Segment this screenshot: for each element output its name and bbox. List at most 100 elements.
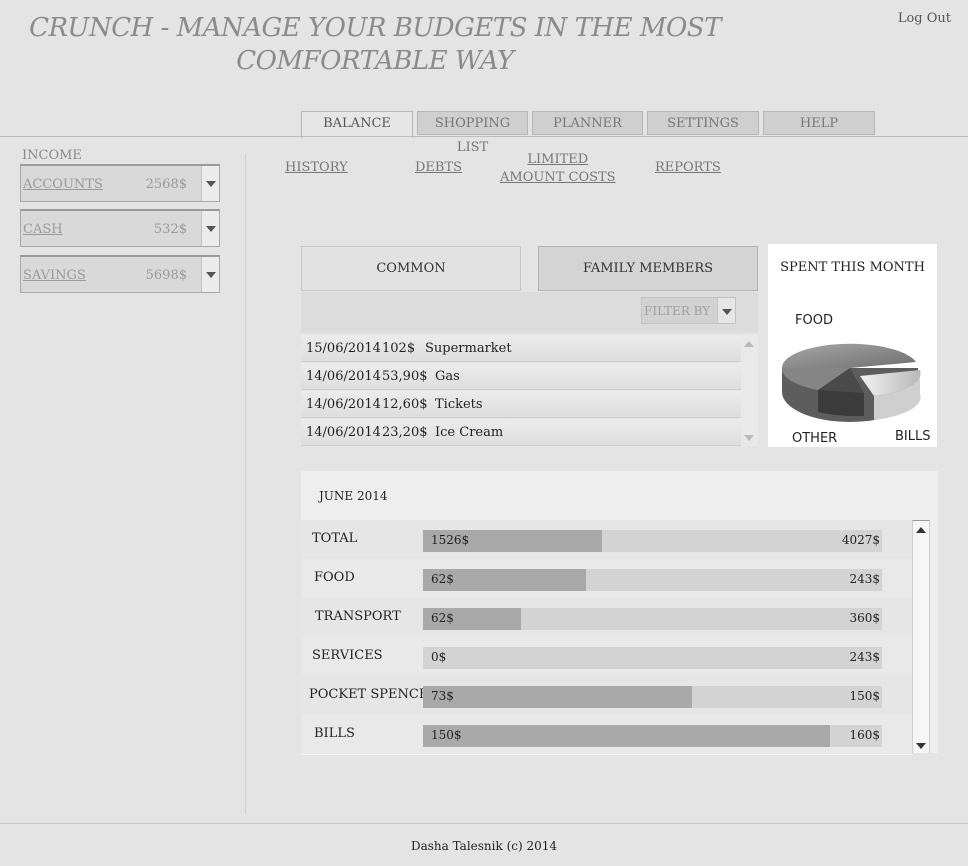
transaction-row[interactable]: 14/06/2014 53,90$ Gas — [301, 363, 741, 390]
filter-by-select[interactable]: FILTER BY — [641, 297, 736, 324]
app-title-line1: CRUNCH - MANAGE YOUR BUDGETS IN THE MOST — [29, 13, 721, 43]
tab-planner[interactable]: PLANNER — [532, 111, 643, 135]
tab-help[interactable]: HELP — [763, 111, 875, 135]
logout-link[interactable]: Log Out — [898, 11, 951, 26]
subnav-limited-line2: AMOUNT COSTS — [500, 170, 616, 185]
subnav-limited-amount-costs[interactable]: LIMITED AMOUNT COSTS — [500, 151, 616, 187]
budget-category-name: SERVICES — [312, 648, 383, 663]
account-value: 532$ — [153, 222, 187, 237]
budget-category-name: FOOD — [314, 570, 355, 585]
transactions-scrollbar[interactable] — [741, 335, 758, 446]
tab-balance[interactable]: BALANCE — [301, 111, 413, 138]
pie-label-other: OTHER — [792, 431, 838, 446]
budget-limit-value: 150$ — [849, 689, 880, 703]
app-title: CRUNCH - MANAGE YOUR BUDGETS IN THE MOST… — [0, 12, 750, 78]
dropdown-button[interactable] — [201, 166, 219, 201]
budget-spent-value: 62$ — [431, 611, 454, 625]
budget-progress-bar: 73$ 150$ — [423, 686, 882, 708]
pie-slice-other-side — [818, 390, 864, 417]
budget-progress-bar: 62$ 243$ — [423, 569, 882, 591]
dropdown-button[interactable] — [201, 257, 219, 292]
budget-limit-value: 243$ — [849, 572, 880, 586]
budget-spent-value: 62$ — [431, 572, 454, 586]
budget-row[interactable]: FOOD 62$ 243$ — [301, 559, 912, 599]
budget-limit-value: 160$ — [849, 728, 880, 742]
segment-common[interactable]: COMMON — [301, 246, 521, 291]
pie-label-food: FOOD — [795, 313, 833, 328]
budget-limit-value: 243$ — [849, 650, 880, 664]
subnav-limited-line1: LIMITED — [527, 152, 589, 167]
budget-category-name: BILLS — [314, 726, 355, 741]
month-label: JUNE 2014 — [319, 489, 388, 503]
budget-panel: JUNE 2014 TOTAL 1526$ 4027$ FOOD 62$ 243$ TRAN… — [301, 471, 938, 755]
scroll-down-icon[interactable] — [916, 743, 926, 749]
budget-spent-value: 0$ — [431, 650, 447, 664]
budget-spent-value: 150$ — [431, 728, 462, 742]
account-select-savings[interactable]: SAVINGS 5698$ — [20, 255, 220, 293]
spent-this-month-card: SPENT THIS MONTH FOOD OTHER BILLS — [768, 244, 937, 447]
account-label: ACCOUNTS — [23, 177, 103, 192]
budget-row[interactable]: BILLS 150$ 160$ — [301, 715, 912, 755]
transaction-date: 15/06/2014 — [306, 341, 381, 356]
budget-progress-fill — [423, 686, 693, 708]
budget-progress-fill — [423, 725, 831, 747]
pie-label-bills: BILLS — [895, 429, 931, 444]
transaction-amount: 102$ — [382, 341, 416, 356]
transaction-row[interactable]: 14/06/2014 12,60$ Tickets — [301, 391, 741, 418]
budget-scrollbar[interactable] — [912, 520, 930, 753]
budget-row[interactable]: TOTAL 1526$ 4027$ — [301, 520, 912, 560]
pie-title: SPENT THIS MONTH — [780, 260, 925, 275]
dropdown-button[interactable] — [717, 298, 735, 323]
scroll-down-icon[interactable] — [744, 435, 754, 441]
transaction-description: Supermarket — [425, 341, 512, 356]
subnav-debts[interactable]: DEBTS — [415, 160, 462, 175]
subnav-history[interactable]: HISTORY — [285, 160, 348, 175]
budget-row[interactable]: SERVICES 0$ 243$ — [301, 637, 912, 677]
account-select-cash[interactable]: CASH 532$ — [20, 209, 220, 247]
transaction-description: Gas — [435, 369, 460, 384]
budget-category-name: TOTAL — [312, 531, 358, 546]
pie-slice-food — [781, 343, 916, 368]
budget-progress-bar: 62$ 360$ — [423, 608, 882, 630]
tab-settings[interactable]: SETTINGS — [647, 111, 759, 135]
chevron-down-icon — [722, 309, 732, 315]
transaction-amount: 12,60$ — [382, 397, 428, 412]
tab-shopping-list[interactable]: SHOPPING LIST — [417, 111, 528, 155]
budget-category-name: TRANSPORT — [315, 609, 401, 624]
transaction-row[interactable]: 14/06/2014 23,20$ Ice Cream — [301, 419, 741, 446]
budget-limit-value: 4027$ — [841, 533, 880, 547]
transaction-amount: 53,90$ — [382, 369, 428, 384]
budget-limit-value: 360$ — [849, 611, 880, 625]
chevron-down-icon — [206, 272, 216, 278]
scroll-up-icon[interactable] — [916, 527, 926, 533]
footer-divider — [0, 823, 968, 824]
pie-chart-graphic — [781, 343, 921, 422]
budget-progress-bar: 150$ 160$ — [423, 725, 882, 747]
budget-row[interactable]: TRANSPORT 62$ 360$ — [301, 598, 912, 638]
budget-spent-value: 73$ — [431, 689, 454, 703]
account-select-accounts[interactable]: ACCOUNTS 2568$ — [20, 164, 220, 202]
filter-placeholder: FILTER BY — [644, 304, 711, 318]
transaction-date: 14/06/2014 — [306, 425, 381, 440]
footer-credit: Dasha Talesnik (c) 2014 — [410, 839, 558, 853]
budget-spent-value: 1526$ — [431, 533, 470, 547]
budget-row[interactable]: POCKET SPENCES 73$ 150$ — [301, 676, 912, 716]
transaction-date: 14/06/2014 — [306, 369, 381, 384]
income-heading: INCOME — [22, 148, 82, 163]
transaction-amount: 23,20$ — [382, 425, 428, 440]
transaction-row[interactable]: 15/06/2014 102$ Supermarket — [301, 335, 741, 362]
account-label: CASH — [23, 222, 63, 237]
budget-progress-bar: 1526$ 4027$ — [423, 530, 882, 552]
dropdown-button[interactable] — [201, 211, 219, 246]
sidebar-divider — [245, 154, 246, 814]
segment-family-members[interactable]: FAMILY MEMBERS — [538, 246, 758, 291]
transaction-description: Tickets — [435, 397, 483, 412]
account-value: 2568$ — [145, 177, 187, 192]
budget-category-name: POCKET SPENCES — [309, 687, 438, 702]
scroll-up-icon[interactable] — [744, 341, 754, 347]
header-divider — [0, 136, 968, 137]
subnav-reports[interactable]: REPORTS — [655, 160, 721, 175]
account-value: 5698$ — [145, 268, 187, 283]
account-label: SAVINGS — [23, 268, 86, 283]
transaction-description: Ice Cream — [435, 425, 504, 440]
